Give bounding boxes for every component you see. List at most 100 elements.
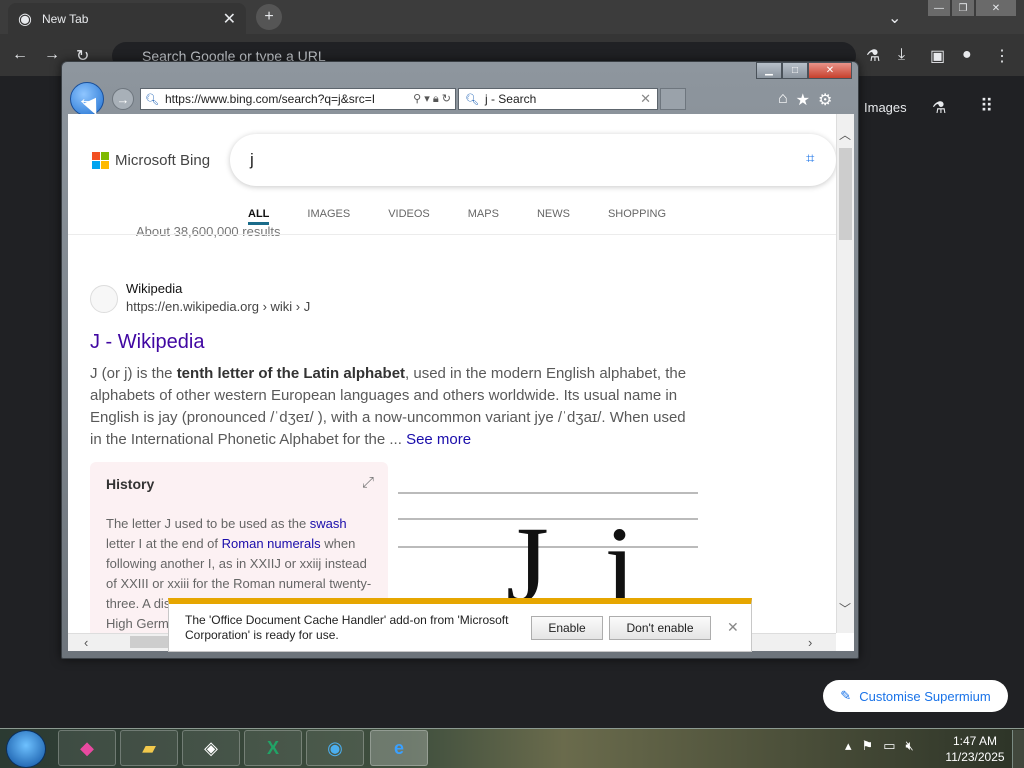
ie-new-tab-button[interactable] [660,88,686,110]
settings-gear-icon[interactable]: ⚙ [818,90,832,110]
favorites-star-icon[interactable]: ★ [796,90,810,110]
vertical-scroll-thumb[interactable] [839,148,852,240]
tab-news[interactable]: NEWS [537,208,570,225]
microsoft-logo-icon [92,152,109,169]
snippet-bold: tenth letter of the Latin alphabet [176,365,406,382]
volume-muted-icon[interactable]: 🔇︎ [905,738,913,754]
snippet-text-1: J (or j) is the [90,365,177,382]
minimize-icon[interactable]: ▁ [756,62,782,79]
roman-numerals-link[interactable]: Roman numerals [222,536,321,551]
clock-date: 11/23/2025 [945,750,1005,764]
scroll-down-icon[interactable]: ﹀ [839,600,851,617]
clock-time: 1:47 AM [952,734,998,748]
folder-icon: ▰ [142,737,156,758]
enable-button[interactable]: Enable [531,615,603,640]
ie-tab-label: j - Search [484,92,537,106]
clock[interactable]: 1:47 AM 11/23/2025 [940,733,1010,765]
result-count: About 38,600,000 results [136,224,281,239]
ie-window-controls: ▁ □ ✕ [756,62,852,79]
new-tab-button[interactable]: + [256,4,282,30]
tab-maps[interactable]: MAPS [468,208,499,225]
taskbar-explorer[interactable]: ▰ [120,730,178,766]
taskbar-chrome[interactable]: ◉ [306,730,364,766]
chevron-down-icon[interactable]: ⌄ [888,8,901,28]
tray-expand-icon[interactable]: ▴ [845,738,852,754]
result-title-link[interactable]: J - Wikipedia [90,331,204,354]
close-tab-icon[interactable]: ✕ [223,9,236,29]
history-text-2: letter I at the end of [106,536,222,551]
search-input[interactable]: j ⌗ [230,134,836,186]
ie-window: ▁ □ ✕ ← → 🔍︎ https://www.bing.com/search… [61,61,859,659]
labs-flask-icon[interactable]: ⚗ [932,98,946,118]
scroll-right-icon[interactable]: › [808,635,812,650]
tab-shopping[interactable]: SHOPPING [608,208,666,225]
addon-notification-bar: The 'Office Document Cache Handler' add-… [168,598,752,652]
taskbar-excel[interactable]: X [244,730,302,766]
notification-message: The 'Office Document Cache Handler' add-… [185,612,509,642]
start-button[interactable] [6,730,46,768]
address-bar[interactable]: 🔍︎ https://www.bing.com/search?q=j&src=I… [140,88,456,110]
search-result-wikipedia: Wikipedia https://en.wikipedia.org › wik… [76,257,716,651]
search-icon: 🔍︎ [465,93,479,106]
menu-icon[interactable]: ⋮ [994,46,1010,66]
close-tab-icon[interactable]: ✕ [640,91,657,107]
home-icon[interactable]: ⌂ [778,90,788,110]
pencil-icon: ✎ [840,688,852,703]
history-text-1: The letter J used to be used as the [106,516,310,531]
swash-link[interactable]: swash [310,516,347,531]
tab-images[interactable]: IMAGES [307,208,350,225]
images-link[interactable]: Images [864,100,907,115]
see-more-link[interactable]: See more [406,431,471,448]
address-tools-icons[interactable]: ⚲ ▾ 🔒︎ ↻ [409,92,455,106]
taskbar-ie[interactable]: e [370,730,428,766]
close-icon[interactable]: ✕ [976,0,1016,16]
address-url: https://www.bing.com/search?q=j&src=I [164,92,376,106]
tab-all[interactable]: ALL [248,208,270,225]
back-icon[interactable]: ← [12,46,28,64]
apps-grid-icon[interactable]: ⠿ [980,96,993,117]
chrome-tab-new-tab[interactable]: ◉ New Tab ✕ [8,3,246,34]
search-icon: 🔍︎ [145,93,159,106]
scroll-left-icon[interactable]: ‹ [84,635,88,650]
taskbar-app-dark[interactable]: ◈ [182,730,240,766]
search-query: j [250,150,254,169]
close-icon[interactable]: ✕ [808,62,852,79]
tab-videos[interactable]: VIDEOS [388,208,430,225]
site-name: Wikipedia [126,281,183,296]
minimize-icon[interactable]: — [928,0,950,16]
excel-icon: X [266,737,279,758]
divider [68,234,836,235]
site-url[interactable]: https://en.wikipedia.org › wiki › J [126,299,310,314]
ie-icon: e [393,737,404,758]
network-icon[interactable]: ▭ [883,738,895,754]
chrome-window-controls: — ❐ ✕ [928,0,1016,16]
customise-button[interactable]: ✎ Customise Supermium [823,680,1008,712]
sidepanel-icon[interactable]: ▣ [930,46,945,66]
app-icon: ◈ [204,737,218,758]
show-desktop-button[interactable] [1012,730,1024,768]
ie-forward-button[interactable]: → [112,88,134,110]
system-tray: ▴ ⚑ ▭ 🔇︎ [845,738,914,754]
download-icon[interactable]: ⤓ [898,46,905,64]
action-center-icon[interactable]: ⚑ [862,738,874,754]
result-snippet: J (or j) is the tenth letter of the Lati… [90,363,700,451]
guide-line [398,492,698,494]
labs-icon[interactable]: ⚗ [866,46,880,66]
ie-command-icons: ⌂ ★ ⚙ [778,90,832,110]
maximize-icon[interactable]: □ [782,62,808,79]
forward-icon[interactable]: → [44,46,60,64]
chrome-icon: ◉ [327,737,343,758]
profile-icon[interactable]: ● [962,46,972,64]
restore-icon[interactable]: ❐ [952,0,974,16]
dont-enable-button[interactable]: Don't enable [609,615,711,640]
scope-tabs: ALL IMAGES VIDEOS MAPS NEWS SHOPPING [248,208,704,225]
close-icon[interactable]: ✕ [727,619,739,636]
visual-search-icon[interactable]: ⌗ [806,150,826,170]
chrome-tab-label: New Tab [41,11,89,26]
app-icon: ◆ [80,737,94,758]
taskbar-app-pink[interactable]: ◆ [58,730,116,766]
scroll-up-icon[interactable]: ︿ [839,126,851,143]
expand-icon[interactable]: ⤢ [362,474,374,491]
bing-logo[interactable]: Microsoft Bing [92,152,210,169]
ie-tab-search[interactable]: 🔍︎ j - Search ✕ [458,88,658,110]
